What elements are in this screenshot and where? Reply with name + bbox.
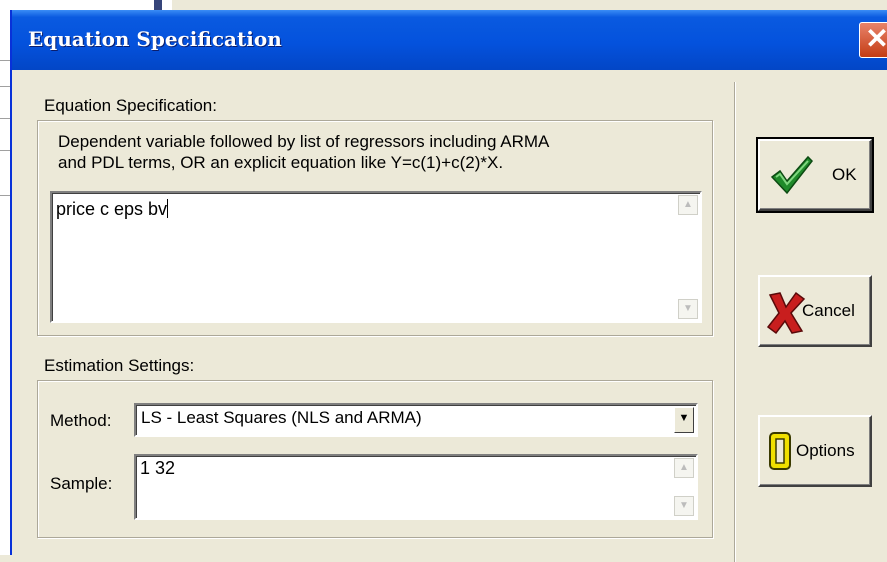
equation-scrollbar[interactable]: ▲ ▼: [678, 195, 698, 319]
estimation-group-label: Estimation Settings:: [44, 356, 195, 375]
sample-input[interactable]: 1 32 ▲ ▼: [134, 454, 698, 520]
equation-description-line2: and PDL terms, OR an explicit equation l…: [58, 153, 504, 172]
equation-description-line1: Dependent variable followed by list of r…: [58, 132, 550, 151]
method-select[interactable]: LS - Least Squares (NLS and ARMA) ▼: [134, 403, 698, 437]
equation-group-label: Equation Specification:: [44, 96, 217, 115]
cancel-button[interactable]: Cancel: [758, 275, 872, 347]
ok-label: OK: [832, 165, 857, 184]
close-icon[interactable]: ✕: [859, 22, 887, 58]
dialog-title: Equation Specification: [28, 27, 282, 51]
sample-scrollbar[interactable]: ▲ ▼: [674, 458, 694, 516]
scroll-up-icon[interactable]: ▲: [678, 195, 698, 215]
method-label: Method:: [50, 411, 112, 430]
dialog-client: Equation Specification: Dependent variab…: [12, 70, 887, 562]
scroll-down-icon[interactable]: ▼: [674, 496, 694, 516]
vertical-divider: [734, 82, 736, 562]
equation-input-value: price c eps bv: [56, 199, 169, 219]
scroll-down-icon[interactable]: ▼: [678, 299, 698, 319]
sample-input-value: 1 32: [140, 458, 176, 478]
background-window-top: [22, 0, 172, 10]
cancel-label: Cancel: [802, 301, 855, 320]
red-x-icon: [766, 291, 806, 335]
options-label: Options: [796, 441, 855, 460]
ok-button[interactable]: OK: [756, 137, 874, 213]
equation-input[interactable]: price c eps bv ▲ ▼: [50, 191, 702, 323]
options-button[interactable]: Options: [758, 415, 872, 487]
chevron-down-icon[interactable]: ▼: [674, 407, 694, 433]
green-checkmark-icon: [770, 155, 813, 195]
yellow-bracket-icon: [769, 432, 791, 470]
title-bar[interactable]: Equation Specification ✕: [12, 10, 887, 70]
equation-specification-dialog: Equation Specification ✕ Equation Specif…: [10, 10, 887, 562]
scroll-up-icon[interactable]: ▲: [674, 458, 694, 478]
method-select-value: LS - Least Squares (NLS and ARMA): [141, 408, 422, 427]
sample-label: Sample:: [50, 474, 113, 493]
